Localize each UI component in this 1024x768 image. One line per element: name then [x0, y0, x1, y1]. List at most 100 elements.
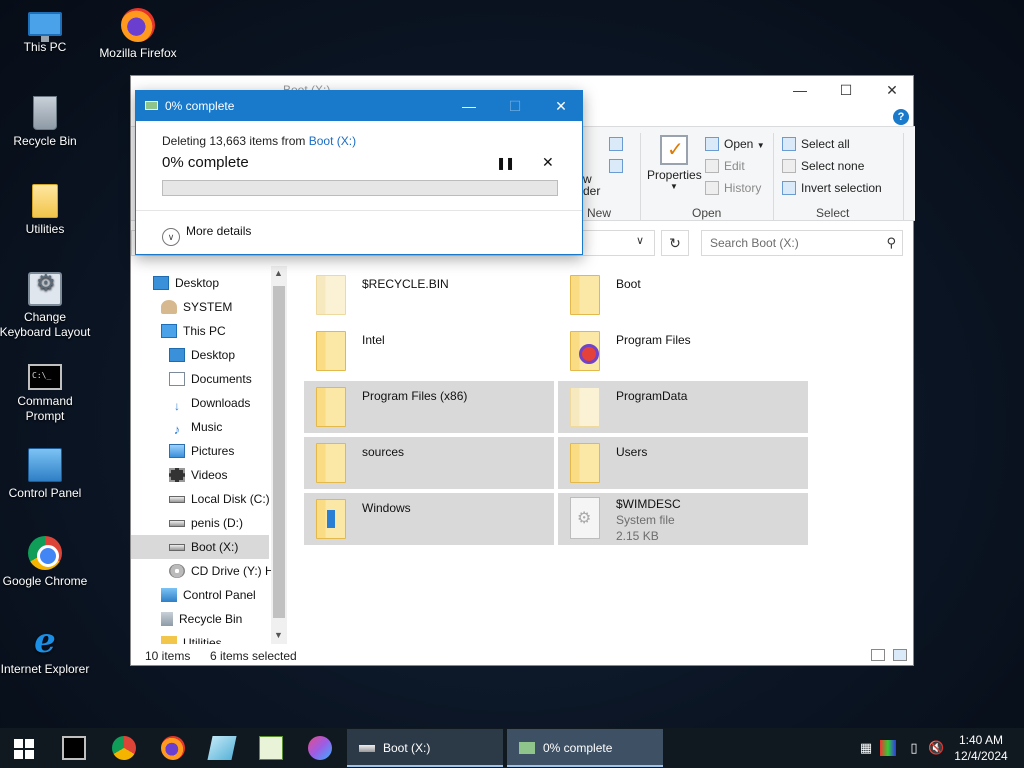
desktop-icon-command-prompt[interactable]: Command Prompt	[0, 360, 93, 424]
folder-icon	[570, 387, 600, 427]
nav-item-local-disk-c[interactable]: Local Disk (C:)	[169, 487, 270, 511]
taskbar-paint-app-icon[interactable]	[308, 736, 332, 760]
more-details-label: More details	[186, 224, 252, 238]
chevron-down-icon: ∨	[162, 228, 180, 246]
nav-item-desktop[interactable]: Desktop	[153, 271, 219, 295]
desktop-icon-utilities[interactable]: Utilities	[0, 184, 93, 237]
pictures-icon	[169, 444, 185, 458]
invert-selection-label: Invert selection	[801, 181, 882, 195]
tiles-view-icon[interactable]	[893, 649, 907, 661]
nav-item-boot-x[interactable]: Boot (X:)	[131, 535, 269, 559]
desktop-icon-google-chrome[interactable]: Google Chrome	[0, 536, 93, 589]
taskbar-cmd-icon[interactable]	[62, 736, 86, 760]
maximize-button[interactable]: ☐	[823, 76, 869, 104]
desktop-icon-label: Mozilla Firefox	[99, 46, 177, 60]
nav-label: Control Panel	[183, 588, 256, 602]
history-button[interactable]: History	[705, 181, 761, 195]
properties-button[interactable]: Properties ▼	[647, 135, 702, 191]
desktop-icon	[153, 276, 169, 290]
file-item[interactable]: Program Files	[558, 325, 808, 377]
open-button[interactable]: Open ▼	[705, 137, 765, 151]
nav-item-music[interactable]: ♪ Music	[169, 415, 223, 439]
file-item[interactable]: ProgramData	[558, 381, 808, 433]
cancel-icon[interactable]: ✕	[542, 154, 554, 171]
taskbar-task-progress[interactable]: 0% complete	[507, 729, 663, 767]
chrome-icon	[28, 536, 62, 570]
selected-count: 6 items selected	[210, 649, 297, 663]
desktop-icon-firefox[interactable]: Mozilla Firefox	[90, 8, 186, 61]
nav-item-pictures[interactable]: Pictures	[169, 439, 234, 463]
nav-item-videos[interactable]: Videos	[169, 463, 227, 487]
file-item[interactable]: Windows	[304, 493, 554, 545]
pause-icon[interactable]: ❚❚	[496, 156, 515, 170]
drive-icon	[169, 544, 185, 551]
ribbon-separator	[773, 133, 774, 221]
file-name: Program Files (x86)	[362, 389, 468, 403]
scroll-up-arrow-icon[interactable]: ▲	[274, 268, 283, 278]
source-link[interactable]: Boot (X:)	[309, 134, 356, 148]
dialog-title-bar[interactable]: 0% complete — ☐ ✕	[136, 91, 582, 121]
properties-label: Properties	[647, 168, 702, 182]
volume-muted-icon[interactable]: 🔇	[928, 740, 944, 756]
chevron-down-icon[interactable]: ∨	[636, 234, 644, 247]
desktop-icon-label: Change Keyboard Layout	[0, 310, 91, 339]
desktop-icon-recycle-bin[interactable]: Recycle Bin	[0, 96, 93, 149]
taskbar-chart-app-icon[interactable]	[259, 736, 283, 760]
nav-scrollbar[interactable]: ▲ ▼	[271, 266, 287, 644]
desktop-icon-change-keyboard-layout[interactable]: Change Keyboard Layout	[0, 272, 93, 340]
nav-item-system[interactable]: SYSTEM	[161, 295, 232, 319]
nav-item-recycle-bin[interactable]: Recycle Bin	[161, 607, 242, 631]
taskbar-chrome-icon[interactable]	[112, 736, 136, 760]
nav-item-downloads[interactable]: ↓ Downloads	[169, 391, 250, 415]
nav-item-utilities[interactable]: Utilities	[161, 631, 222, 644]
easy-access-icon[interactable]	[609, 159, 628, 173]
invert-selection-button[interactable]: Invert selection	[782, 181, 882, 195]
file-item[interactable]: Intel	[304, 325, 554, 377]
file-item[interactable]: $WIMDESC System file 2.15 KB	[558, 493, 808, 545]
nav-item-drive-d[interactable]: penis (D:)	[169, 511, 243, 535]
more-details-button[interactable]: ∨ More details	[162, 224, 251, 246]
new-folder-button[interactable]: w der	[583, 173, 600, 197]
help-icon[interactable]: ?	[893, 109, 909, 125]
select-all-button[interactable]: Select all	[782, 137, 850, 151]
scrollbar-thumb[interactable]	[273, 286, 285, 618]
system-clock[interactable]: 1:40 AM 12/4/2024	[946, 732, 1016, 764]
desktop-icon-control-panel[interactable]: Control Panel	[0, 448, 93, 501]
minimize-button[interactable]: —	[446, 91, 492, 121]
nav-label: Local Disk (C:)	[191, 492, 270, 506]
nav-label: Desktop	[191, 348, 236, 362]
new-item-icon	[609, 137, 623, 151]
nav-item-this-pc[interactable]: This PC	[161, 319, 226, 343]
desktop-icon-this-pc[interactable]: This PC	[0, 8, 93, 55]
desktop-icon-internet-explorer[interactable]: e Internet Explorer	[0, 624, 93, 677]
close-button[interactable]: ✕	[869, 76, 915, 104]
nav-item-cd-drive[interactable]: CD Drive (Y:) H	[169, 559, 274, 583]
refresh-button[interactable]: ↻	[661, 230, 689, 256]
usb-icon[interactable]: ▯	[906, 740, 922, 756]
this-pc-icon	[161, 324, 177, 338]
maximize-button: ☐	[508, 98, 522, 114]
taskbar-task-explorer[interactable]: Boot (X:)	[347, 729, 503, 767]
nav-item-control-panel[interactable]: Control Panel	[161, 583, 256, 607]
file-item[interactable]: sources	[304, 437, 554, 489]
display-icon[interactable]	[880, 740, 896, 756]
start-button[interactable]	[0, 728, 48, 768]
minimize-button[interactable]: —	[777, 76, 823, 104]
file-item[interactable]: $RECYCLE.BIN	[304, 269, 554, 321]
close-button[interactable]: ✕	[538, 91, 584, 121]
edit-button[interactable]: Edit	[705, 159, 745, 173]
scroll-down-arrow-icon[interactable]: ▼	[274, 630, 283, 640]
nav-item-documents[interactable]: Documents	[169, 367, 252, 391]
details-view-icon[interactable]	[871, 649, 885, 661]
select-none-button[interactable]: Select none	[782, 159, 864, 173]
file-item[interactable]: Program Files (x86)	[304, 381, 554, 433]
taskbar-firefox-icon[interactable]	[161, 736, 185, 760]
nav-item-desktop-sub[interactable]: Desktop	[169, 343, 235, 367]
file-item[interactable]: Boot	[558, 269, 808, 321]
search-input[interactable]: Search Boot (X:) ⚲	[701, 230, 903, 256]
taskbar-app-icon[interactable]	[207, 736, 237, 760]
user-icon	[161, 300, 177, 314]
file-item[interactable]: Users	[558, 437, 808, 489]
language-icon[interactable]: ▦	[858, 740, 874, 756]
new-item-icon[interactable]	[609, 137, 628, 151]
